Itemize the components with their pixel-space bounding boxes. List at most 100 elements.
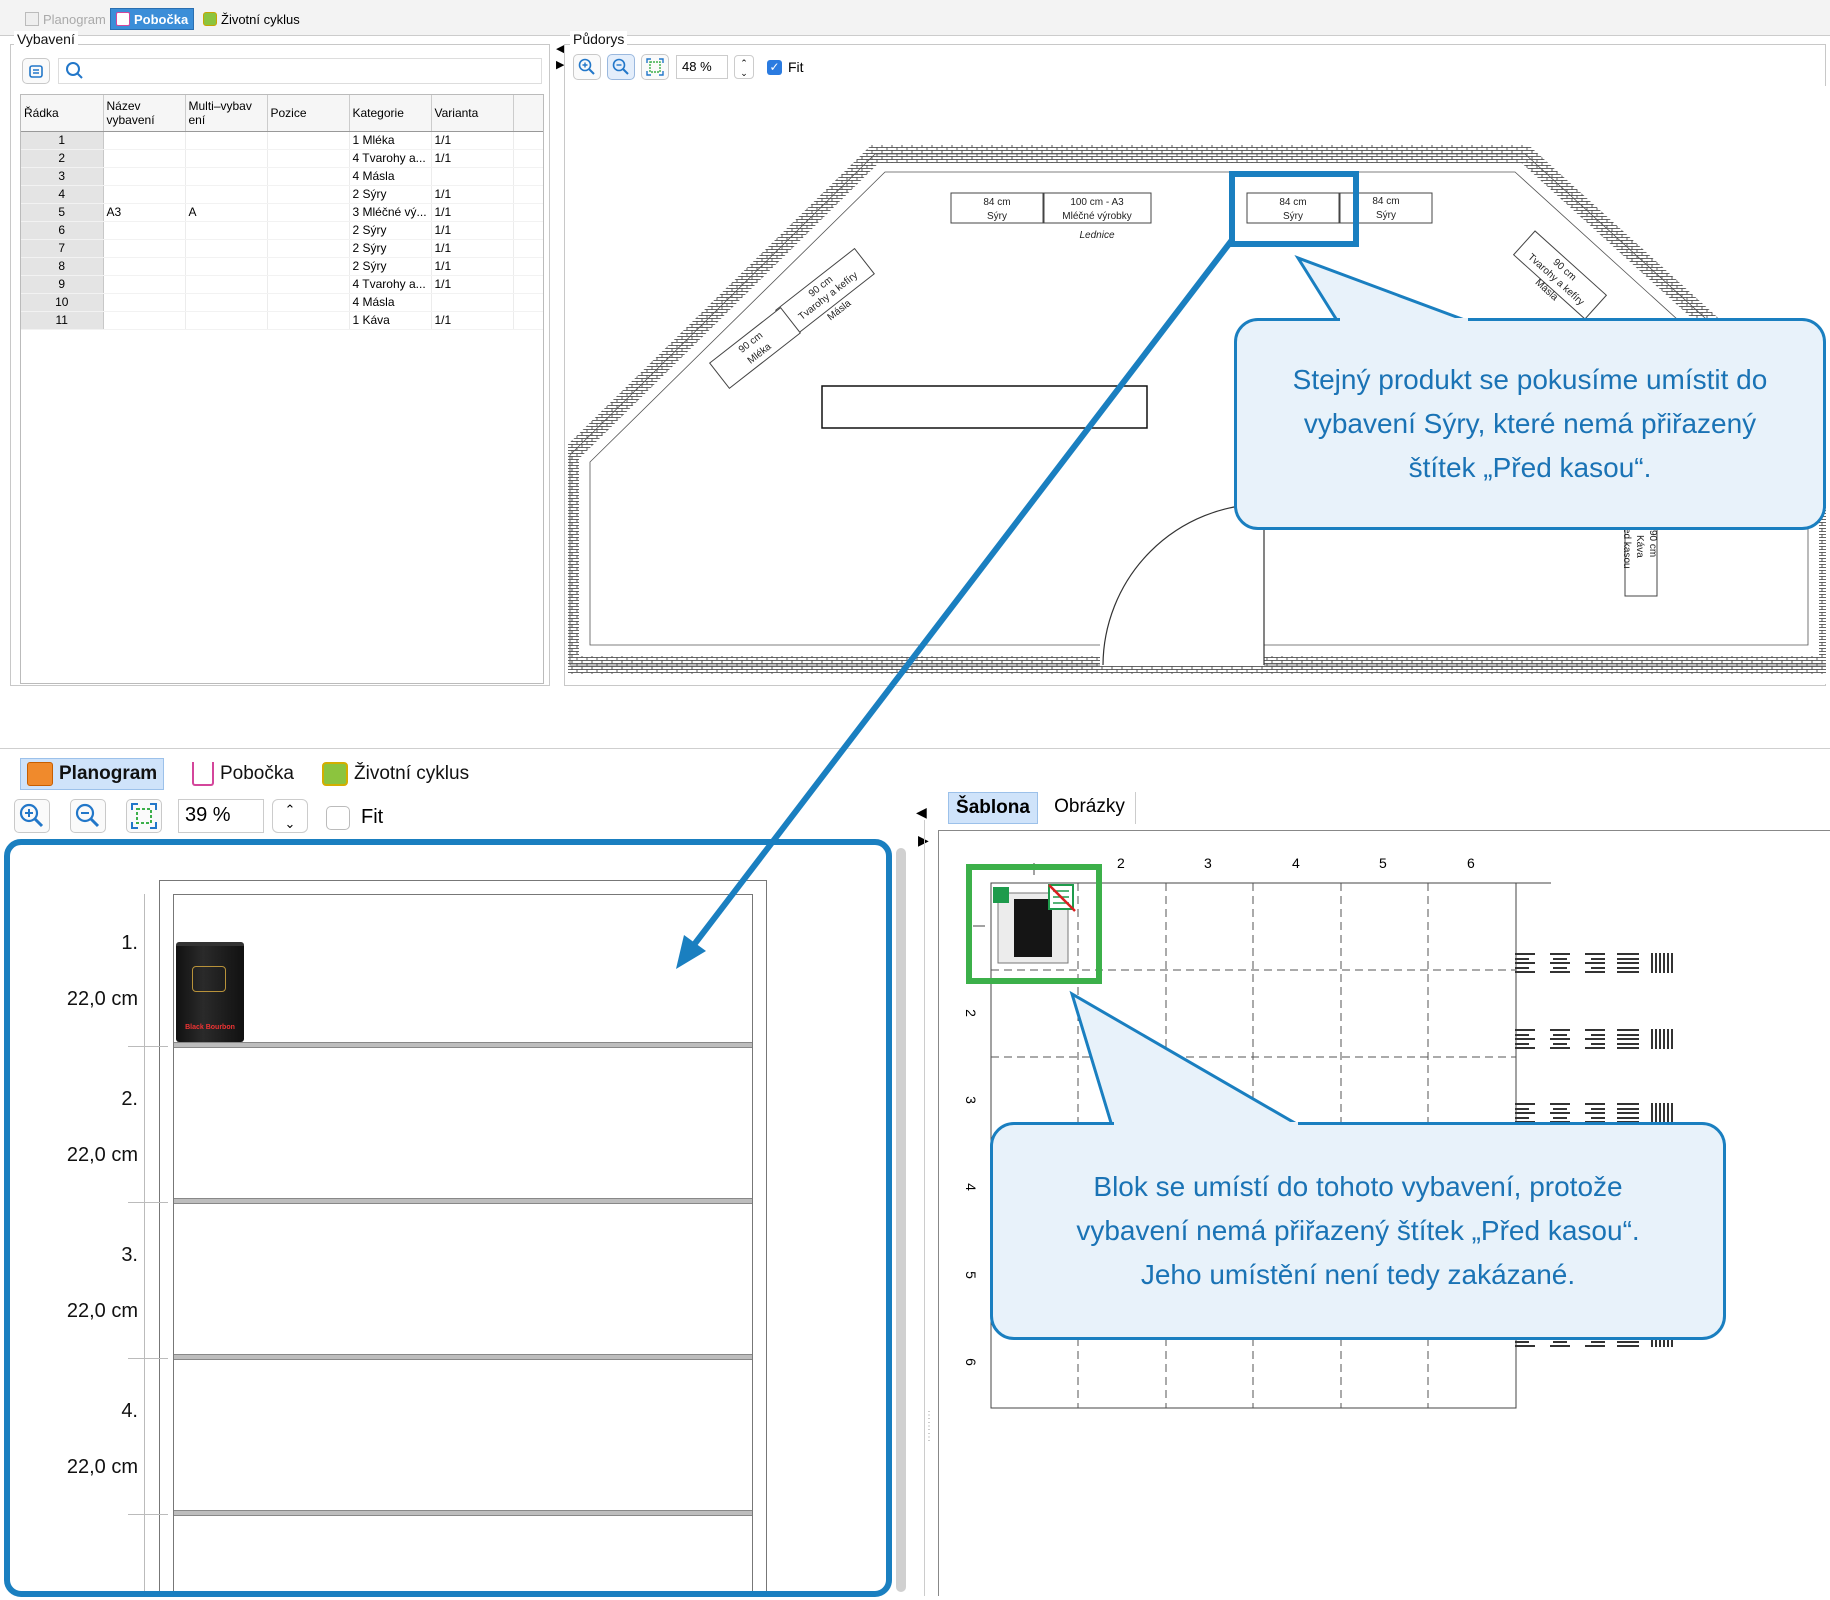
- table-cell-n: 6: [21, 221, 104, 240]
- table-row[interactable]: 1 1 Mléka 1/1: [21, 131, 543, 150]
- fixture-syry-2[interactable]: 84 cm Sýry: [1246, 192, 1340, 224]
- table-cell-n: 5: [21, 203, 104, 222]
- distribute-icon[interactable]: [1651, 953, 1673, 973]
- align-center-icon[interactable]: [1549, 1029, 1571, 1049]
- planogram-zoom-in-button[interactable]: [14, 799, 50, 833]
- tab-zivotni-cyklus[interactable]: Životní cyklus: [198, 8, 305, 30]
- planogram-zoom-field[interactable]: 39 %: [178, 799, 264, 833]
- planogram-canvas[interactable]: 1. 22,0 cm 2. 22,0 cm 3. 22,0 cm 4. 22,0…: [4, 840, 888, 1596]
- table-cell-multi: [185, 131, 268, 150]
- zoom-out-button[interactable]: [607, 54, 635, 80]
- fixture-syry-1[interactable]: 84 cm Sýry: [950, 192, 1044, 224]
- align-left-icon[interactable]: [1515, 1103, 1537, 1123]
- align-left-icon[interactable]: [1515, 1029, 1537, 1049]
- bottom-tab-zivotni-cyklus[interactable]: Životní cyklus: [316, 758, 475, 790]
- zoom-in-button[interactable]: [573, 54, 601, 80]
- callout-top: Stejný produkt se pokusíme umístit do vy…: [1234, 318, 1826, 530]
- bottom-tab-pobocka[interactable]: Pobočka: [186, 758, 300, 790]
- product-coffee-tin[interactable]: Black Bourbon: [176, 942, 244, 1042]
- template-col-label: 3: [1204, 855, 1212, 871]
- table-row[interactable]: 6 2 Sýry 1/1: [21, 221, 543, 240]
- shelf-3[interactable]: [174, 1354, 752, 1360]
- table-row[interactable]: 11 1 Káva 1/1: [21, 311, 543, 330]
- fixture-syry-3[interactable]: 84 cm Sýry: [1339, 192, 1433, 224]
- table-row[interactable]: 8 2 Sýry 1/1: [21, 257, 543, 276]
- fixture-mlecne-vyrobky[interactable]: 100 cm - A3 Mléčné výrobky Lednice: [1043, 192, 1152, 241]
- panel-splitter[interactable]: [924, 820, 925, 1596]
- table-cell-var: [431, 167, 514, 186]
- align-left-icon[interactable]: [1515, 953, 1537, 973]
- planogram-zoom-fit-button[interactable]: [126, 799, 162, 833]
- table-row[interactable]: 9 4 Tvarohy a... 1/1: [21, 275, 543, 294]
- clear-filter-button[interactable]: [22, 58, 50, 84]
- table-cell-n: 11: [21, 311, 104, 330]
- align-center-icon[interactable]: [1549, 953, 1571, 973]
- planogram-zoom-stepper[interactable]: ⌃ ⌄: [272, 799, 308, 833]
- equipment-search-input[interactable]: [58, 58, 542, 84]
- bottom-section-divider: [0, 748, 1830, 749]
- shelf-4[interactable]: [174, 1510, 752, 1516]
- tab-planogram[interactable]: Planogram: [20, 8, 111, 30]
- tab-label: Pobočka: [220, 763, 294, 784]
- store-icon: [116, 12, 130, 26]
- table-cell-cat: 2 Sýry: [349, 221, 432, 240]
- distribute-icon[interactable]: [1651, 1103, 1673, 1123]
- svg-text:ed kasou: ed kasou: [1621, 528, 1632, 569]
- align-right-icon[interactable]: [1583, 953, 1605, 973]
- table-row[interactable]: 3 4 Másla: [21, 167, 543, 186]
- table-row[interactable]: 4 2 Sýry 1/1: [21, 185, 543, 204]
- floorplan-zoom-field[interactable]: 48 %: [676, 55, 728, 79]
- planogram-scrollbar[interactable]: [896, 848, 906, 1592]
- svg-text:100 cm - A3: 100 cm - A3: [1070, 197, 1124, 208]
- tab-pobocka[interactable]: Pobočka: [110, 8, 195, 30]
- shelf-1[interactable]: [174, 1042, 752, 1048]
- table-cell-var: 1/1: [431, 239, 514, 258]
- col-header-multi[interactable]: Multi–vybav ení: [185, 95, 268, 132]
- floorplan-fit-checkbox[interactable]: ✓: [767, 60, 782, 75]
- tab-label: Životní cyklus: [221, 11, 300, 27]
- align-justify-icon[interactable]: [1617, 953, 1639, 973]
- bottom-tab-planogram[interactable]: Planogram: [20, 758, 165, 790]
- align-justify-icon[interactable]: [1617, 1103, 1639, 1123]
- col-header-kategorie[interactable]: Kategorie: [349, 95, 432, 132]
- template-row-label: 6: [962, 1358, 979, 1366]
- table-cell-spacer: [513, 275, 543, 294]
- col-header-radka[interactable]: Řádka: [21, 95, 104, 132]
- table-cell-name: [103, 149, 186, 168]
- table-row[interactable]: 7 2 Sýry 1/1: [21, 239, 543, 258]
- table-cell-var: [431, 293, 514, 312]
- tab-label: Životní cyklus: [354, 763, 470, 784]
- table-row[interactable]: 5 A3 A 3 Mléčné vý... 1/1: [21, 203, 543, 222]
- zoom-fit-button[interactable]: [641, 54, 669, 80]
- planogram-fit-checkbox[interactable]: [326, 806, 350, 830]
- shelf-2[interactable]: [174, 1198, 752, 1204]
- table-cell-var: 1/1: [431, 149, 514, 168]
- splitter-grip-icon[interactable]: ⋮ ⋮ ⋮: [924, 1410, 934, 1443]
- fixture-mleka-left[interactable]: 90 cm Mléka: [708, 306, 802, 390]
- col-header-pozice[interactable]: Pozice: [267, 95, 350, 132]
- distribute-icon[interactable]: [1651, 1029, 1673, 1049]
- table-row[interactable]: 10 4 Másla: [21, 293, 543, 312]
- equipment-table: Řádka Název vybavení Multi–vybav ení Poz…: [21, 95, 543, 330]
- align-right-icon[interactable]: [1583, 1103, 1605, 1123]
- shelf-1-height: 22,0 cm: [66, 988, 138, 1010]
- table-row[interactable]: 2 4 Tvarohy a... 1/1: [21, 149, 543, 168]
- table-cell-name: [103, 293, 186, 312]
- planogram-zoom-out-button[interactable]: [70, 799, 106, 833]
- align-center-icon[interactable]: [1549, 1103, 1571, 1123]
- table-cell-cat: 1 Káva: [349, 311, 432, 330]
- table-cell-n: 7: [21, 239, 104, 258]
- template-col-label: 4: [1292, 855, 1300, 871]
- col-header-varianta[interactable]: Varianta: [431, 95, 514, 132]
- floorplan-zoom-stepper[interactable]: ⌃ ⌄: [734, 55, 754, 79]
- fixture-tvarohy-right[interactable]: 90 cm Tvarohy a kefíry Másla: [1507, 230, 1608, 326]
- tab-sablona[interactable]: Šablona: [948, 792, 1038, 824]
- table-cell-name: [103, 275, 186, 294]
- shelf-4-number: 4.: [121, 1400, 138, 1422]
- tab-obrazky[interactable]: Obrázky: [1044, 792, 1136, 824]
- splitter-collapse-left-icon[interactable]: ◀: [916, 804, 927, 821]
- align-justify-icon[interactable]: [1617, 1029, 1639, 1049]
- align-right-icon[interactable]: [1583, 1029, 1605, 1049]
- shelf-1-number: 1.: [121, 932, 138, 954]
- col-header-nazev[interactable]: Název vybavení: [103, 95, 186, 132]
